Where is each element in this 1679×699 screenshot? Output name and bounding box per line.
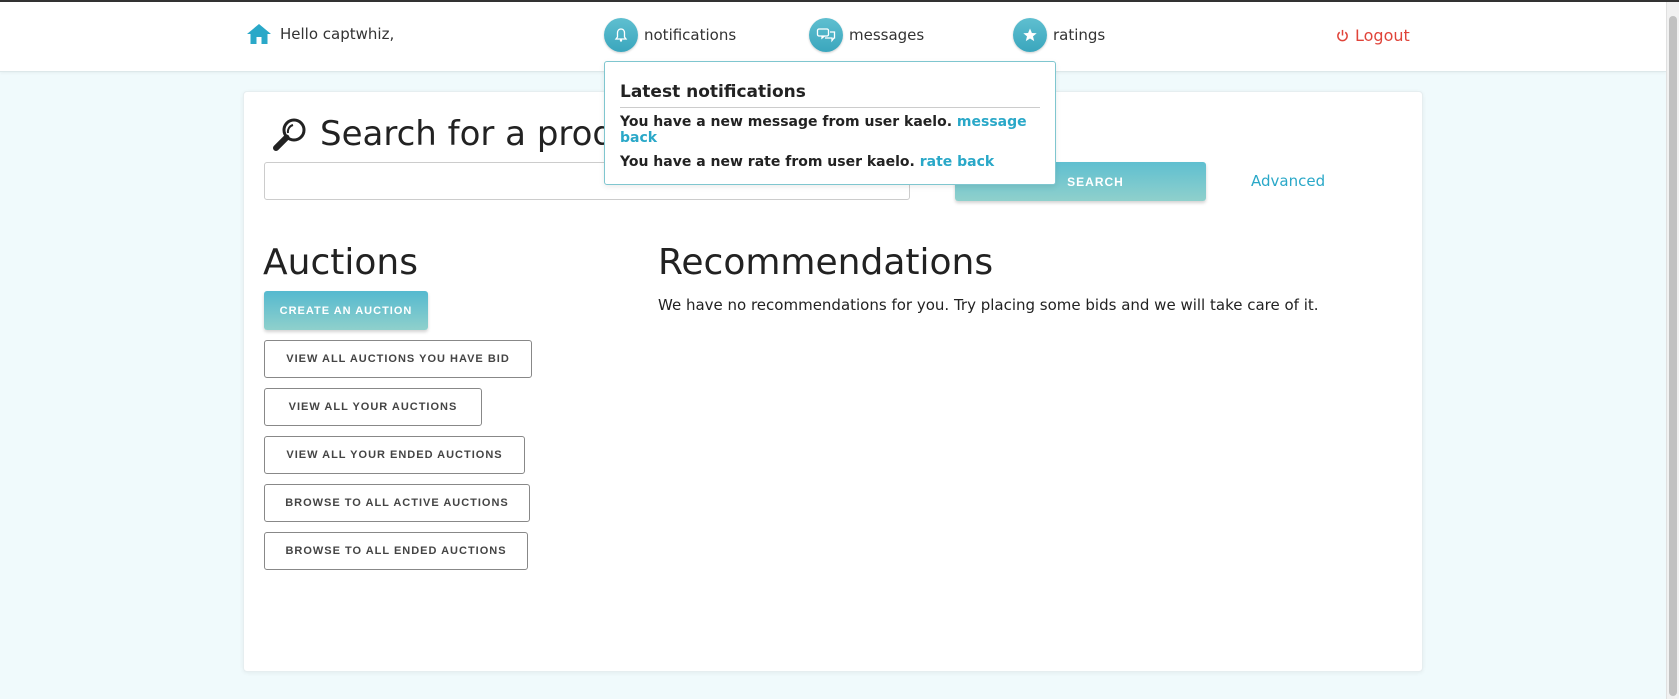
- logout-label: Logout: [1355, 26, 1410, 45]
- notification-item: You have a new message from user kaelo. …: [620, 114, 1040, 146]
- greeting-text: Hello captwhiz,: [280, 25, 395, 43]
- notification-text: You have a new rate from user kaelo.: [620, 154, 915, 170]
- auctions-heading: Auctions: [263, 242, 418, 283]
- nav-notifications[interactable]: notifications: [604, 18, 736, 52]
- page-scrollbar[interactable]: [1666, 2, 1679, 699]
- create-auction-button[interactable]: CREATE AN AUCTION: [264, 291, 428, 330]
- nav-ratings[interactable]: ratings: [1013, 18, 1105, 52]
- recommendations-heading: Recommendations: [658, 242, 994, 283]
- advanced-search-link[interactable]: Advanced: [1251, 172, 1325, 190]
- chat-icon: [809, 18, 843, 52]
- search-title-text: Search for a produ: [320, 114, 636, 154]
- view-bid-auctions-button[interactable]: VIEW ALL AUCTIONS YOU HAVE BID: [264, 340, 532, 378]
- nav-messages[interactable]: messages: [809, 18, 924, 52]
- view-ended-auctions-button[interactable]: VIEW ALL YOUR ENDED AUCTIONS: [264, 436, 525, 474]
- home-icon: [247, 24, 271, 44]
- star-icon: [1013, 18, 1047, 52]
- browse-ended-auctions-button[interactable]: BROWSE TO ALL ENDED AUCTIONS: [264, 532, 528, 570]
- search-heading: Search for a produ: [272, 114, 636, 154]
- notifications-popup: Latest notifications You have a new mess…: [604, 61, 1056, 185]
- popup-title: Latest notifications: [620, 82, 1040, 108]
- magnifier-icon: [273, 118, 306, 151]
- nav-home-link[interactable]: Hello captwhiz,: [246, 22, 394, 46]
- notification-text: You have a new message from user kaelo.: [620, 114, 953, 130]
- power-icon: [1337, 29, 1348, 42]
- browse-active-auctions-button[interactable]: BROWSE TO ALL ACTIVE AUCTIONS: [264, 484, 530, 522]
- bell-icon: [604, 18, 638, 52]
- nav-messages-label: messages: [849, 26, 925, 44]
- view-your-auctions-button[interactable]: VIEW ALL YOUR AUCTIONS: [264, 388, 482, 426]
- scrollbar-thumb[interactable]: [1669, 16, 1677, 696]
- logout-link[interactable]: Logout: [1336, 26, 1410, 45]
- nav-notifications-label: notifications: [644, 26, 737, 44]
- notification-item: You have a new rate from user kaelo. rat…: [620, 154, 1040, 170]
- recommendations-text: We have no recommendations for you. Try …: [658, 296, 1319, 314]
- nav-ratings-label: ratings: [1053, 26, 1106, 44]
- rate-back-link[interactable]: rate back: [920, 154, 995, 170]
